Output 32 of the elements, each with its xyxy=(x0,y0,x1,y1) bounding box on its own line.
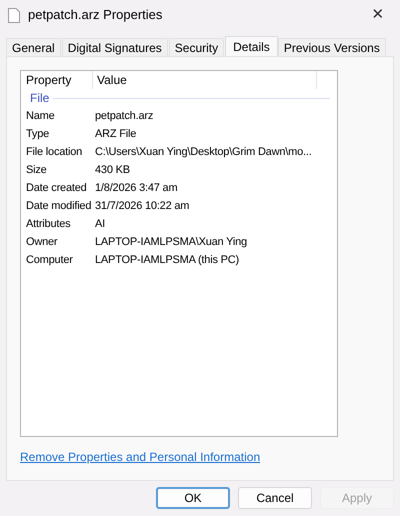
property-name: Computer xyxy=(25,252,74,268)
group-header: File xyxy=(30,90,50,107)
tab[interactable]: Details xyxy=(225,36,278,56)
property-name: Name xyxy=(25,108,56,124)
property-name: Attributes xyxy=(25,216,72,232)
property-value: LAPTOP-IAMLPSMA\Xuan Ying xyxy=(94,234,247,250)
property-value: 1/8/2026 3:47 am xyxy=(94,180,178,196)
dialog-button[interactable]: Cancel xyxy=(238,487,312,509)
property-name: Size xyxy=(25,162,48,178)
property-name: Date created xyxy=(25,180,88,196)
remove-properties-link[interactable]: Remove Properties and Personal Information xyxy=(20,448,260,466)
tab[interactable]: Security xyxy=(168,38,224,56)
property-name: Owner xyxy=(25,234,58,250)
dialog-button[interactable]: OK xyxy=(156,487,230,509)
property-value: 31/7/2026 10:22 am xyxy=(94,198,190,214)
document-icon xyxy=(8,8,20,22)
window-title: petpatch.arz Properties xyxy=(28,6,162,24)
tab[interactable]: General xyxy=(6,38,61,56)
property-value: petpatch.arz xyxy=(94,108,154,124)
property-value: ARZ File xyxy=(94,126,136,142)
column-header[interactable]: Property xyxy=(21,71,93,89)
property-value: C:\Users\Xuan Ying\Desktop\Grim Dawn\mo... xyxy=(94,144,312,160)
column-header[interactable]: Value xyxy=(93,71,317,89)
close-button[interactable]: ✕ xyxy=(364,3,392,27)
property-value: 430 KB xyxy=(94,162,130,178)
tab[interactable]: Digital Signatures xyxy=(62,38,168,56)
property-name: Type xyxy=(25,126,50,142)
tab[interactable]: Previous Versions xyxy=(278,38,386,56)
property-value: LAPTOP-IAMLPSMA (this PC) xyxy=(94,252,239,268)
property-value: AI xyxy=(94,216,105,232)
property-name: File location xyxy=(25,144,84,160)
property-name: Date modified xyxy=(25,198,92,214)
